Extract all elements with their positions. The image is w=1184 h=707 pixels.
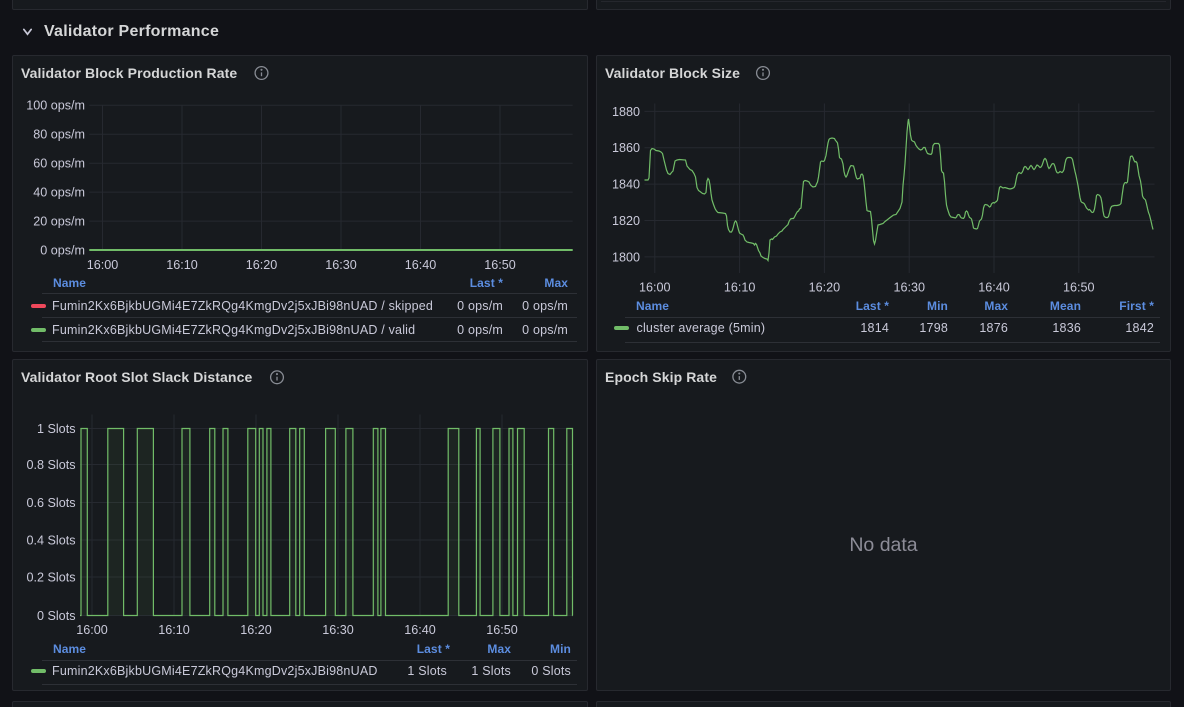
svg-text:1840: 1840 <box>612 178 640 192</box>
svg-text:16:10: 16:10 <box>158 623 190 637</box>
svg-text:16:00: 16:00 <box>639 280 671 294</box>
svg-text:16:50: 16:50 <box>1063 280 1095 294</box>
svg-text:20 ops/m: 20 ops/m <box>33 215 85 229</box>
svg-text:16:20: 16:20 <box>240 623 272 637</box>
svg-text:0.2 Slots: 0.2 Slots <box>26 570 75 584</box>
svg-text:16:20: 16:20 <box>246 258 278 272</box>
svg-text:100 ops/m: 100 ops/m <box>26 99 85 113</box>
svg-text:0 Slots: 0 Slots <box>37 609 76 623</box>
svg-text:16:30: 16:30 <box>325 258 357 272</box>
svg-text:16:40: 16:40 <box>978 280 1010 294</box>
svg-text:16:00: 16:00 <box>76 623 108 637</box>
svg-text:16:40: 16:40 <box>404 623 436 637</box>
svg-text:16:30: 16:30 <box>893 280 925 294</box>
svg-text:16:50: 16:50 <box>484 258 516 272</box>
svg-text:16:00: 16:00 <box>87 258 119 272</box>
svg-text:0.8 Slots: 0.8 Slots <box>26 458 75 472</box>
svg-text:1880: 1880 <box>612 105 640 119</box>
svg-text:60 ops/m: 60 ops/m <box>33 157 85 171</box>
svg-text:1 Slots: 1 Slots <box>37 422 76 436</box>
svg-text:16:10: 16:10 <box>724 280 756 294</box>
svg-text:0.6 Slots: 0.6 Slots <box>26 496 75 510</box>
svg-text:0.4 Slots: 0.4 Slots <box>26 533 75 547</box>
svg-text:16:50: 16:50 <box>486 623 518 637</box>
svg-text:16:10: 16:10 <box>166 258 198 272</box>
svg-text:16:20: 16:20 <box>809 280 841 294</box>
svg-text:40 ops/m: 40 ops/m <box>33 186 85 200</box>
svg-text:0 ops/m: 0 ops/m <box>40 243 85 257</box>
svg-text:1800: 1800 <box>612 250 640 264</box>
svg-text:16:30: 16:30 <box>322 623 354 637</box>
svg-text:1820: 1820 <box>612 214 640 228</box>
svg-text:16:40: 16:40 <box>405 258 437 272</box>
svg-text:1860: 1860 <box>612 141 640 155</box>
svg-text:80 ops/m: 80 ops/m <box>33 128 85 142</box>
